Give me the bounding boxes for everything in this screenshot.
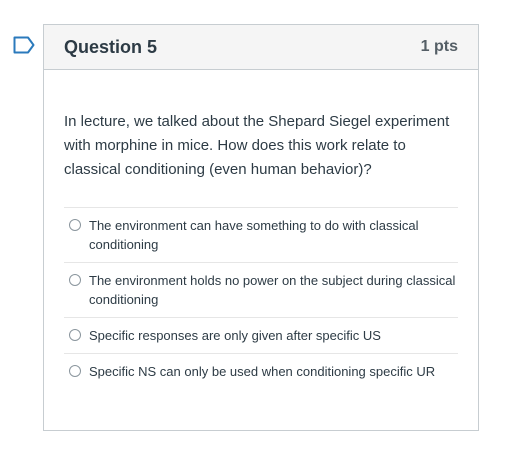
answer-label: The environment holds no power on the su… [89, 273, 456, 307]
answer-option[interactable]: The environment holds no power on the su… [64, 263, 458, 318]
answer-label: Specific responses are only given after … [89, 328, 381, 343]
question-header: Question 5 1 pts [44, 25, 478, 70]
answer-label: The environment can have something to do… [89, 218, 419, 252]
radio-button[interactable] [69, 365, 81, 377]
answer-option[interactable]: Specific NS can only be used when condit… [64, 354, 458, 389]
question-body: In lecture, we talked about the Shepard … [44, 70, 478, 389]
question-points: 1 pts [420, 38, 458, 55]
answer-option[interactable]: Specific responses are only given after … [64, 318, 458, 354]
radio-button[interactable] [69, 274, 81, 286]
answer-list: The environment can have something to do… [64, 207, 458, 389]
question-card: Question 5 1 pts In lecture, we talked a… [43, 24, 479, 431]
radio-button[interactable] [69, 329, 81, 341]
answer-label: Specific NS can only be used when condit… [89, 364, 436, 379]
question-title: Question 5 [64, 36, 158, 57]
quiz-page: Question 5 1 pts In lecture, we talked a… [0, 0, 522, 457]
question-prompt: In lecture, we talked about the Shepard … [64, 113, 450, 178]
radio-button[interactable] [69, 219, 81, 231]
flag-icon[interactable] [13, 36, 35, 54]
answer-option[interactable]: The environment can have something to do… [64, 208, 458, 263]
